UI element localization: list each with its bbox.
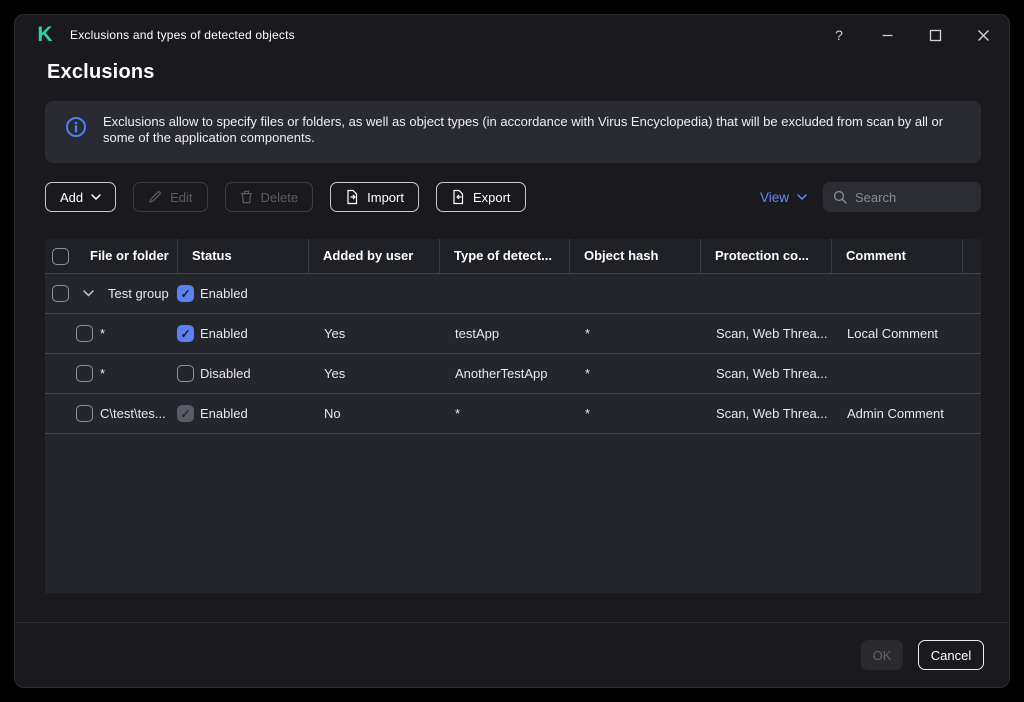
file-value: * (100, 366, 106, 381)
column-header-protection[interactable]: Protection co... (700, 239, 831, 273)
status-label: Enabled (200, 406, 248, 421)
search-box[interactable] (823, 182, 981, 212)
row-checkbox[interactable] (52, 285, 69, 302)
hash-value: * (585, 326, 591, 341)
trash-icon (240, 190, 253, 204)
hash-value: * (585, 406, 591, 421)
import-file-icon (345, 189, 359, 205)
edit-button[interactable]: Edit (133, 182, 208, 212)
protection-value: Scan, Web Threa... (716, 326, 828, 341)
title-bar: K Exclusions and types of detected objec… (15, 15, 1009, 55)
pencil-icon (148, 190, 162, 204)
comment-value: Admin Comment (847, 406, 944, 421)
info-icon (65, 116, 87, 143)
row-checkbox[interactable] (76, 405, 93, 422)
comment-value: Local Comment (847, 326, 939, 341)
close-button[interactable] (966, 20, 1000, 50)
type-value: AnotherTestApp (455, 366, 548, 381)
comment-value (831, 354, 962, 393)
exclusions-table: File or folder Status Added by user Type… (45, 239, 981, 593)
status-label: Disabled (200, 366, 251, 381)
chevron-down-icon (91, 194, 101, 200)
file-value: * (100, 326, 106, 341)
row-checkbox[interactable] (76, 325, 93, 342)
status-checkbox[interactable] (177, 365, 194, 382)
select-all-checkbox[interactable] (52, 247, 69, 265)
added-by-user-value: No (324, 406, 341, 421)
cancel-button[interactable]: Cancel (918, 640, 984, 670)
expand-chevron-icon[interactable] (83, 290, 94, 297)
info-banner: Exclusions allow to specify files or fol… (45, 101, 981, 163)
ok-button[interactable]: OK (861, 640, 903, 670)
status-label: Enabled (200, 326, 248, 341)
delete-button[interactable]: Delete (224, 182, 314, 212)
toolbar: Add Edit Delete Import Export View Searc… (45, 182, 981, 212)
add-button[interactable]: Add (45, 182, 117, 212)
window-controls: ? (808, 20, 1000, 50)
table-row-group[interactable]: Test group Enabled (45, 273, 981, 313)
type-value: * (455, 406, 461, 421)
column-header-added[interactable]: Added by user (308, 239, 439, 273)
column-header-status[interactable]: Status (177, 239, 308, 273)
group-name: Test group (108, 286, 169, 301)
export-button[interactable]: Export (435, 182, 526, 212)
minimize-button[interactable] (870, 20, 904, 50)
added-by-user-value: Yes (324, 366, 346, 381)
page-title: Exclusions (47, 61, 155, 83)
status-label: Enabled (200, 286, 248, 301)
column-header-comment[interactable]: Comment (831, 239, 962, 273)
table-row[interactable]: * Enabled Yes testApp * Scan, Web Threa.… (45, 313, 981, 353)
import-button[interactable]: Import (330, 182, 419, 212)
type-value: testApp (455, 326, 500, 341)
help-button[interactable]: ? (822, 20, 856, 50)
column-header-file[interactable]: File or folder (76, 239, 177, 273)
banner-text: Exclusions allow to specify files or fol… (103, 114, 944, 145)
column-header-type[interactable]: Type of detect... (439, 239, 569, 273)
hash-value: * (585, 366, 591, 381)
window-title: Exclusions and types of detected objects (70, 28, 295, 42)
column-header-hash[interactable]: Object hash (569, 239, 700, 273)
view-dropdown[interactable]: View (760, 190, 807, 205)
table-empty-area (45, 433, 981, 593)
export-file-icon (451, 189, 465, 205)
footer-divider (15, 622, 1009, 623)
maximize-button[interactable] (918, 20, 952, 50)
search-icon (833, 190, 847, 204)
status-checkbox[interactable] (177, 325, 194, 342)
app-window: K Exclusions and types of detected objec… (14, 14, 1010, 688)
protection-value: Scan, Web Threa... (716, 366, 828, 381)
chevron-down-icon (797, 194, 807, 200)
table-row[interactable]: C\test\tes... Enabled No * * Scan, Web T… (45, 393, 981, 433)
file-value: C\test\tes... (100, 406, 166, 421)
added-by-user-value: Yes (324, 326, 346, 341)
table-header: File or folder Status Added by user Type… (45, 239, 981, 273)
search-input[interactable] (855, 189, 965, 205)
status-checkbox[interactable] (177, 285, 194, 302)
protection-value: Scan, Web Threa... (716, 406, 828, 421)
kaspersky-logo-icon: K (37, 23, 53, 46)
row-checkbox[interactable] (76, 365, 93, 382)
status-checkbox (177, 405, 194, 422)
table-row[interactable]: * Disabled Yes AnotherTestApp * Scan, We… (45, 353, 981, 393)
column-header-spacer (962, 239, 981, 273)
